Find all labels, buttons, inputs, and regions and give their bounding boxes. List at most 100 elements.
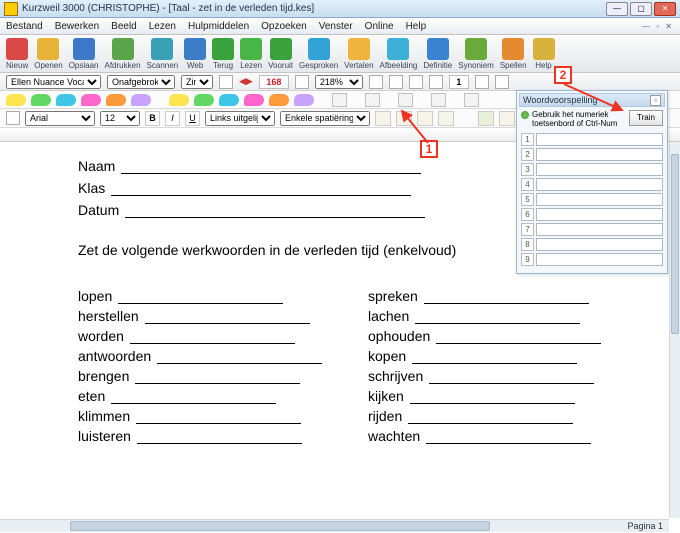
tb-opslaan[interactable]: Opslaan	[69, 38, 99, 70]
tb-synoniem[interactable]: Synoniem	[458, 38, 494, 70]
tb-help[interactable]: Help	[533, 38, 555, 70]
h-thumb[interactable]	[70, 521, 490, 531]
tb-lezen[interactable]: Lezen	[240, 38, 262, 70]
tb-spellen[interactable]: Spellen	[500, 38, 527, 70]
pred-num[interactable]: 8	[521, 238, 534, 251]
answer-line[interactable]	[111, 390, 276, 404]
field-datum-line[interactable]	[125, 204, 425, 218]
speed-value[interactable]	[259, 75, 289, 89]
misc-3[interactable]	[409, 75, 423, 89]
field-klas-line[interactable]	[111, 182, 411, 196]
highlighter-10[interactable]	[244, 94, 264, 106]
misc-6[interactable]	[495, 75, 509, 89]
pred-slot[interactable]	[536, 163, 663, 176]
spacing-select[interactable]: Enkele spatiëring	[280, 111, 370, 126]
misc-5[interactable]	[475, 75, 489, 89]
pred-num[interactable]: 4	[521, 178, 534, 191]
menu-lezen[interactable]: Lezen	[149, 21, 176, 32]
answer-line[interactable]	[145, 310, 310, 324]
close-button[interactable]: ✕	[654, 2, 676, 16]
underline-button[interactable]: U	[185, 111, 200, 126]
highlighter-5[interactable]	[106, 94, 126, 106]
highlighter-1[interactable]	[6, 94, 26, 106]
unit-select[interactable]: Zin	[181, 75, 213, 89]
answer-line[interactable]	[429, 370, 594, 384]
tb-definitie[interactable]: Definitie	[423, 38, 452, 70]
answer-line[interactable]	[157, 350, 322, 364]
misc-2[interactable]	[389, 75, 403, 89]
answer-line[interactable]	[410, 390, 575, 404]
menu-hulpmiddelen[interactable]: Hulpmiddelen	[188, 21, 249, 32]
answer-line[interactable]	[136, 410, 301, 424]
tool-3[interactable]	[417, 111, 433, 126]
highlighter-8[interactable]	[194, 94, 214, 106]
pred-num[interactable]: 6	[521, 208, 534, 221]
tb-gesproken[interactable]: Gesproken	[299, 38, 338, 70]
pred-slot[interactable]	[536, 208, 663, 221]
fontsize-select[interactable]: 12	[100, 111, 140, 126]
panel-close-icon[interactable]: ▫	[650, 95, 661, 106]
menu-opzoeken[interactable]: Opzoeken	[261, 21, 307, 32]
menu-bestand[interactable]: Bestand	[6, 21, 43, 32]
answer-line[interactable]	[135, 370, 300, 384]
tb-openen[interactable]: Openen	[34, 38, 62, 70]
tb-afdrukken[interactable]: Afdrukken	[105, 38, 141, 70]
pred-slot[interactable]	[536, 148, 663, 161]
menu-online[interactable]: Online	[365, 21, 394, 32]
zoom-select[interactable]: 218%	[315, 75, 363, 89]
misc-1[interactable]	[369, 75, 383, 89]
horizontal-scrollbar[interactable]: Pagina 1	[0, 519, 669, 532]
answer-line[interactable]	[426, 430, 591, 444]
answer-line[interactable]	[408, 410, 573, 424]
minimize-button[interactable]: —	[606, 2, 628, 16]
pred-slot[interactable]	[536, 193, 663, 206]
tool-1[interactable]	[375, 111, 391, 126]
panel-titlebar[interactable]: Woordvoorspelling ▫	[519, 93, 665, 107]
tb-web[interactable]: Web	[184, 38, 206, 70]
highlighter-2[interactable]	[31, 94, 51, 106]
speed-inc[interactable]	[295, 75, 309, 89]
answer-line[interactable]	[118, 290, 283, 304]
highlighter-3[interactable]	[56, 94, 76, 106]
tb-scannen[interactable]: Scannen	[147, 38, 179, 70]
tool-2[interactable]	[396, 111, 412, 126]
misc-4[interactable]	[429, 75, 443, 89]
readstyle-select[interactable]: Onafgebroken	[107, 75, 175, 89]
tb-terug[interactable]: Terug	[212, 38, 234, 70]
pred-slot[interactable]	[536, 253, 663, 266]
highlighter-4[interactable]	[81, 94, 101, 106]
pred-slot[interactable]	[536, 133, 663, 146]
pred-num[interactable]: 1	[521, 133, 534, 146]
highlighter-7[interactable]	[169, 94, 189, 106]
tool-5[interactable]	[499, 111, 515, 126]
pred-slot[interactable]	[536, 223, 663, 236]
strike-icon[interactable]	[398, 93, 413, 107]
maximize-button[interactable]: ▢	[630, 2, 652, 16]
pred-num[interactable]: 7	[521, 223, 534, 236]
italic-button[interactable]: I	[165, 111, 180, 126]
speed-dec[interactable]	[219, 75, 233, 89]
menu-help[interactable]: Help	[406, 21, 427, 32]
mdi-doc-controls[interactable]: — ▫ ✕	[642, 22, 674, 31]
menu-venster[interactable]: Venster	[319, 21, 353, 32]
highlighter-12[interactable]	[294, 94, 314, 106]
pred-num[interactable]: 5	[521, 193, 534, 206]
pred-num[interactable]: 3	[521, 163, 534, 176]
field-naam-line[interactable]	[121, 160, 421, 174]
page-value[interactable]	[449, 75, 469, 89]
pred-num[interactable]: 2	[521, 148, 534, 161]
wordprediction-panel[interactable]: Woordvoorspelling ▫ Gebruik het numeriek…	[516, 90, 668, 274]
answer-line[interactable]	[424, 290, 589, 304]
highlighter-11[interactable]	[269, 94, 289, 106]
pred-num[interactable]: 9	[521, 253, 534, 266]
tb-vertalen[interactable]: Vertalen	[344, 38, 373, 70]
voice-select[interactable]: Ellen Nuance Voca	[6, 75, 101, 89]
menu-beeld[interactable]: Beeld	[111, 21, 137, 32]
tool-4[interactable]	[438, 111, 454, 126]
v-thumb[interactable]	[671, 154, 679, 334]
tb-nieuw[interactable]: Nieuw	[6, 38, 28, 70]
radio-icon[interactable]	[521, 111, 529, 119]
answer-line[interactable]	[412, 350, 577, 364]
answer-line[interactable]	[436, 330, 601, 344]
wordpred-button[interactable]	[478, 111, 494, 126]
